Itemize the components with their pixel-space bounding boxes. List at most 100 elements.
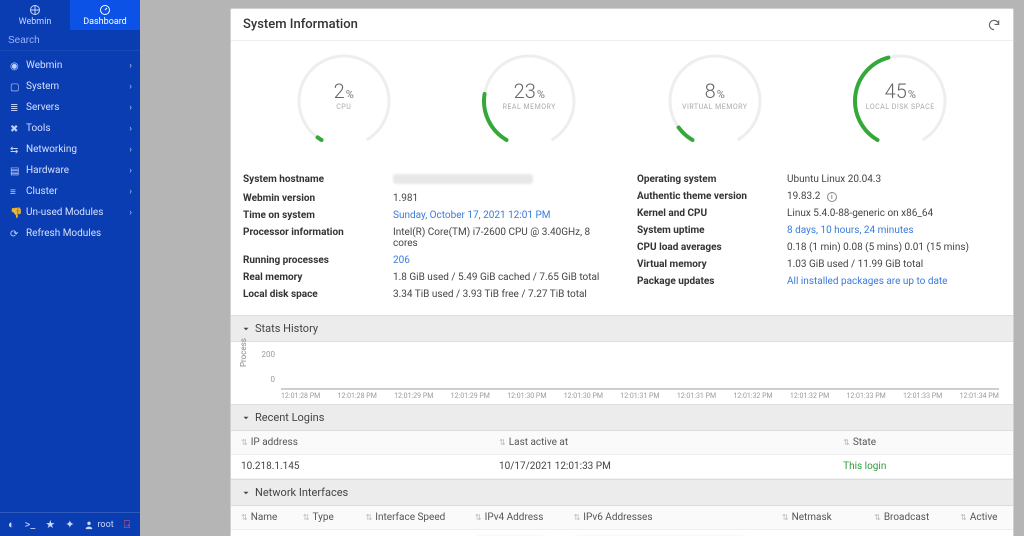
refresh-icon[interactable] bbox=[987, 18, 1001, 32]
fact-label: Processor information bbox=[243, 227, 393, 249]
sidebar-item-webmin[interactable]: ◉Webmin› bbox=[0, 55, 140, 76]
star-icon[interactable]: ★ bbox=[45, 518, 55, 531]
desktop-icon: ▢ bbox=[10, 82, 20, 92]
th-name[interactable]: ⇅Name bbox=[231, 506, 293, 530]
chevron-right-icon: › bbox=[129, 208, 132, 218]
th-type[interactable]: ⇅Type bbox=[293, 506, 356, 530]
gauge-value: 2 bbox=[334, 79, 345, 103]
th-ipv6[interactable]: ⇅IPv6 Addresses bbox=[564, 506, 772, 530]
sidebar-item-label: Cluster bbox=[26, 186, 58, 197]
sidebar-item-un-used-modules[interactable]: 👎Un-used Modules› bbox=[0, 202, 140, 223]
stats-history-section: Stats History 200 Process 0 12:01:28 PM1… bbox=[231, 315, 1013, 404]
stats-y-axis: 200 Process 0 bbox=[241, 350, 275, 384]
sidebar-item-tools[interactable]: ✖Tools› bbox=[0, 118, 140, 139]
cell-ipv6 bbox=[564, 530, 772, 536]
sidebar-item-cluster[interactable]: ≡Cluster› bbox=[0, 181, 140, 202]
night-mode-icon[interactable]: ◐ bbox=[8, 518, 15, 531]
fact-link[interactable]: Sunday, October 17, 2021 12:01 PM bbox=[393, 210, 551, 221]
caret-down-icon bbox=[241, 413, 251, 423]
settings-icon[interactable]: ✦ bbox=[65, 518, 74, 531]
sidebar-item-system[interactable]: ▢System› bbox=[0, 76, 140, 97]
bottom-toolbar: ◐ >_ ★ ✦ root ⍈ bbox=[0, 512, 140, 536]
th-ipv4[interactable]: ⇅IPv4 Address bbox=[465, 506, 564, 530]
recent-logins-table: ⇅IP address ⇅Last active at ⇅State 10.21… bbox=[231, 431, 1013, 479]
tab-webmin[interactable]: Webmin bbox=[0, 0, 70, 30]
fact-row: Authentic theme version19.83.2 i bbox=[637, 188, 1001, 205]
recent-logins-header[interactable]: Recent Logins bbox=[231, 404, 1013, 431]
user-icon bbox=[84, 520, 94, 530]
th-ip[interactable]: ⇅IP address bbox=[231, 431, 489, 455]
th-mask[interactable]: ⇅Netmask bbox=[772, 506, 864, 530]
fact-value: Linux 5.4.0-88-generic on x86_64 bbox=[787, 208, 1001, 219]
th-active[interactable]: ⇅Active bbox=[950, 506, 1013, 530]
x-tick: 12:01:32 PM bbox=[790, 392, 829, 400]
cell-ipv4 bbox=[465, 530, 564, 536]
stats-ymin: 0 bbox=[271, 375, 276, 384]
webmin-icon bbox=[29, 4, 41, 16]
sort-icon: ⇅ bbox=[499, 438, 506, 447]
th-last[interactable]: ⇅Last active at bbox=[489, 431, 833, 455]
sort-icon: ⇅ bbox=[303, 513, 310, 522]
th-speed[interactable]: ⇅Interface Speed bbox=[356, 506, 465, 530]
fact-label: CPU load averages bbox=[637, 242, 787, 253]
network-interfaces-header[interactable]: Network Interfaces bbox=[231, 479, 1013, 506]
fact-link[interactable]: All installed packages are up to date bbox=[787, 276, 947, 287]
fact-label: Real memory bbox=[243, 272, 393, 283]
search-input[interactable] bbox=[8, 35, 140, 46]
fact-link[interactable]: 8 days, 10 hours, 24 minutes bbox=[787, 225, 914, 236]
sidebar-item-refresh-modules[interactable]: ⟳Refresh Modules bbox=[0, 223, 140, 244]
tab-webmin-label: Webmin bbox=[19, 17, 52, 27]
terminal-icon[interactable]: >_ bbox=[25, 518, 36, 531]
sidebar-tabs: Webmin Dashboard bbox=[0, 0, 140, 30]
fact-row: Processor informationIntel(R) Core(TM) i… bbox=[243, 224, 607, 252]
x-tick: 12:01:29 PM bbox=[451, 392, 490, 400]
fact-label: Operating system bbox=[637, 174, 787, 185]
current-user-label: root bbox=[97, 520, 113, 530]
stats-history-body: 200 Process 0 12:01:28 PM12:01:28 PM12:0… bbox=[231, 342, 1013, 404]
search-row bbox=[0, 30, 140, 51]
fact-row: Webmin version1.981 bbox=[243, 190, 607, 207]
table-row: eno1Ethernet1000Mb/s255.255.255.010.218.… bbox=[231, 530, 1013, 536]
sidebar-item-networking[interactable]: ⇆Networking› bbox=[0, 139, 140, 160]
sidebar-nav: ◉Webmin›▢System›≣Servers›✖Tools›⇆Network… bbox=[0, 51, 140, 244]
fact-link[interactable]: 206 bbox=[393, 255, 410, 266]
x-tick: 12:01:30 PM bbox=[564, 392, 603, 400]
sort-icon: ⇅ bbox=[782, 513, 789, 522]
x-tick: 12:01:28 PM bbox=[338, 392, 377, 400]
sidebar-item-label: Networking bbox=[26, 144, 77, 155]
tab-dashboard[interactable]: Dashboard bbox=[70, 0, 140, 30]
sidebar-item-hardware[interactable]: ▤Hardware› bbox=[0, 160, 140, 181]
fact-row: Local disk space3.34 TiB used / 3.93 TiB… bbox=[243, 286, 607, 303]
th-state[interactable]: ⇅State bbox=[833, 431, 1013, 455]
chevron-right-icon: › bbox=[129, 166, 132, 176]
sort-icon: ⇅ bbox=[960, 513, 967, 522]
fact-row: System hostname bbox=[243, 171, 607, 190]
fact-row: Virtual memory1.03 GiB used / 11.99 GiB … bbox=[637, 256, 1001, 273]
gauge-value: 45 bbox=[885, 79, 907, 103]
sidebar-item-servers[interactable]: ≣Servers› bbox=[0, 97, 140, 118]
cell-mask: 255.255.255.0 bbox=[772, 530, 864, 536]
sidebar-item-label: Webmin bbox=[26, 60, 62, 71]
info-icon[interactable]: i bbox=[827, 192, 837, 202]
cell-name: eno1 bbox=[231, 530, 293, 536]
th-bcast[interactable]: ⇅Broadcast bbox=[864, 506, 950, 530]
fact-value: 0.18 (1 min) 0.08 (5 mins) 0.01 (15 mins… bbox=[787, 242, 1001, 253]
x-tick: 12:01:30 PM bbox=[507, 392, 546, 400]
fact-value: 206 bbox=[393, 255, 607, 266]
x-tick: 12:01:33 PM bbox=[903, 392, 942, 400]
stats-history-header[interactable]: Stats History bbox=[231, 315, 1013, 342]
server-icon: ≣ bbox=[10, 103, 20, 113]
logout-icon[interactable]: ⍈ bbox=[124, 518, 131, 532]
x-tick: 12:01:29 PM bbox=[394, 392, 433, 400]
fact-value: 3.34 TiB used / 3.93 TiB free / 7.27 TiB… bbox=[393, 289, 607, 300]
cell-bcast: 10.218.1.255 bbox=[864, 530, 950, 536]
current-user[interactable]: root bbox=[84, 520, 113, 530]
fact-row: Package updatesAll installed packages ar… bbox=[637, 273, 1001, 290]
recent-logins-section: Recent Logins ⇅IP address ⇅Last active a… bbox=[231, 404, 1013, 479]
globe-icon: ◉ bbox=[10, 61, 20, 71]
gauge-cpu: 2%CPU bbox=[251, 51, 437, 151]
facts-left-column: System hostnameWebmin version1.981Time o… bbox=[243, 171, 607, 303]
chevron-right-icon: › bbox=[129, 82, 132, 92]
x-tick: 12:01:34 PM bbox=[960, 392, 999, 400]
fact-row: Kernel and CPULinux 5.4.0-88-generic on … bbox=[637, 205, 1001, 222]
